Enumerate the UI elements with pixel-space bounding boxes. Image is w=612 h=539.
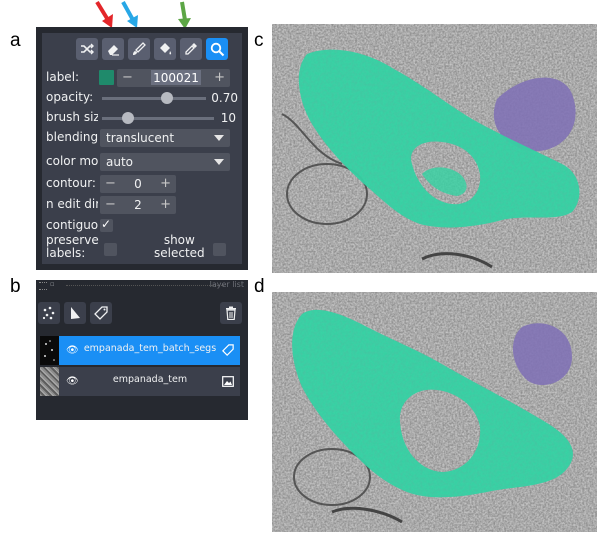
pan-zoom-button[interactable] bbox=[206, 38, 228, 60]
labels-tag-icon bbox=[94, 306, 108, 320]
color-mode-label: color mo bbox=[46, 154, 98, 168]
label-value[interactable]: 100021 bbox=[151, 71, 201, 85]
shuffle-colors-button[interactable] bbox=[76, 38, 98, 60]
layer-list-panel: ▫ layer list 👁 empanada_tem_batch_segs 👁… bbox=[36, 280, 248, 420]
chevron-down-icon bbox=[214, 135, 224, 141]
contour-value[interactable]: 0 bbox=[128, 177, 148, 191]
fill-bucket-icon bbox=[160, 43, 172, 55]
eraser-icon bbox=[108, 45, 119, 56]
contour-increment-button[interactable]: + bbox=[160, 176, 171, 191]
opacity-slider[interactable] bbox=[102, 97, 206, 100]
label-decrement-button[interactable]: − bbox=[122, 70, 133, 85]
eraser-button[interactable] bbox=[102, 38, 124, 60]
brush-size-slider-handle[interactable] bbox=[122, 112, 134, 124]
shapes-icon bbox=[71, 307, 80, 319]
new-shapes-layer-button[interactable] bbox=[64, 302, 86, 324]
contour-decrement-button[interactable]: − bbox=[105, 176, 116, 191]
contour-label: contour: bbox=[46, 176, 96, 190]
layer-list-title: layer list bbox=[209, 280, 244, 289]
opacity-slider-handle[interactable] bbox=[161, 92, 173, 104]
blending-label: blending bbox=[46, 130, 98, 144]
image-layer-type-icon bbox=[222, 376, 234, 387]
eye-icon[interactable]: 👁 bbox=[66, 376, 79, 387]
brush-size-slider[interactable] bbox=[102, 117, 214, 120]
labels-thumbnail bbox=[44, 340, 55, 361]
label-increment-button[interactable]: + bbox=[214, 70, 225, 85]
preserve-labels-line2: labels: bbox=[46, 246, 86, 260]
blending-dropdown[interactable]: translucent bbox=[100, 129, 230, 147]
em-image-c bbox=[272, 24, 597, 273]
title-bar-divider bbox=[66, 285, 224, 286]
layer-row-image[interactable]: 👁 empanada_tem bbox=[40, 367, 240, 396]
color-mode-row: color mo auto bbox=[46, 153, 238, 171]
blue-arrow-icon bbox=[121, 1, 138, 28]
n-edit-dim-increment-button[interactable]: + bbox=[160, 197, 171, 212]
labels-controls: label: − 100021 + opacity: 0.70 brush si… bbox=[42, 33, 242, 264]
n-edit-dim-decrement-button[interactable]: − bbox=[105, 197, 116, 212]
trash-icon bbox=[226, 306, 236, 320]
chevron-down-icon bbox=[214, 159, 224, 165]
fill-bucket-button[interactable] bbox=[154, 38, 176, 60]
brush-size-row: brush siz 10 bbox=[46, 109, 238, 127]
n-edit-dim-spinbox[interactable]: − 2 + bbox=[100, 196, 176, 214]
preserve-labels-row: preserve labels: show selected bbox=[46, 234, 238, 264]
points-icon bbox=[42, 306, 55, 320]
float-icon[interactable]: ▫ bbox=[50, 280, 55, 288]
label-spinbox[interactable]: − 100021 + bbox=[117, 69, 230, 87]
eyedropper-icon bbox=[185, 43, 197, 55]
labels-layer-type-icon bbox=[222, 344, 234, 356]
label-color-swatch[interactable] bbox=[99, 70, 114, 85]
contiguous-checkbox[interactable]: ✓ bbox=[100, 217, 113, 232]
color-mode-dropdown[interactable]: auto bbox=[100, 153, 230, 171]
drag-handle-icon[interactable] bbox=[39, 282, 47, 290]
brush-icon bbox=[133, 42, 146, 55]
eye-icon[interactable]: 👁 bbox=[66, 345, 79, 356]
opacity-value: 0.70 bbox=[211, 91, 238, 105]
label-row: label: − 100021 + bbox=[46, 69, 238, 87]
new-points-layer-button[interactable] bbox=[38, 302, 60, 324]
opacity-label: opacity: bbox=[46, 90, 94, 104]
layer-thumbnail bbox=[40, 367, 59, 396]
label-label: label: bbox=[46, 70, 80, 84]
segmentation-view-d bbox=[272, 292, 597, 532]
shuffle-icon bbox=[81, 43, 94, 55]
blending-value: translucent bbox=[106, 131, 175, 145]
layer-thumbnail bbox=[40, 336, 59, 365]
new-labels-layer-button[interactable] bbox=[90, 302, 112, 324]
show-selected-line2: selected bbox=[154, 246, 205, 260]
figure-label-b: b bbox=[10, 276, 21, 297]
em-image-d bbox=[272, 292, 597, 532]
magnifier-icon bbox=[210, 42, 224, 56]
layer-controls-panel: label: − 100021 + opacity: 0.70 brush si… bbox=[36, 27, 248, 270]
opacity-row: opacity: 0.70 bbox=[46, 89, 238, 107]
show-selected-checkbox[interactable] bbox=[213, 243, 226, 256]
figure-label-a: a bbox=[10, 30, 21, 51]
color-picker-button[interactable] bbox=[180, 38, 202, 60]
figure-label-c: c bbox=[254, 30, 264, 51]
segmentation-view-c bbox=[272, 24, 597, 273]
red-arrow-icon bbox=[95, 0, 113, 28]
layer-row-labels[interactable]: 👁 empanada_tem_batch_segs bbox=[40, 336, 240, 365]
contour-row: contour: − 0 + bbox=[46, 175, 238, 193]
green-arrow-icon bbox=[178, 1, 191, 29]
blending-row: blending translucent bbox=[46, 129, 238, 147]
contiguous-label: contiguo bbox=[46, 218, 98, 232]
layer-name[interactable]: empanada_tem bbox=[80, 374, 220, 385]
preserve-labels-checkbox[interactable] bbox=[104, 243, 117, 256]
checkmark-icon: ✓ bbox=[101, 217, 112, 231]
n-edit-dim-row: n edit dir − 2 + bbox=[46, 196, 238, 214]
show-selected-label: show selected bbox=[154, 234, 205, 260]
brush-size-value: 10 bbox=[220, 111, 236, 125]
layer-name[interactable]: empanada_tem_batch_segs bbox=[80, 343, 220, 354]
contour-spinbox[interactable]: − 0 + bbox=[100, 175, 176, 193]
preserve-labels-label: preserve labels: bbox=[46, 234, 99, 260]
figure-label-d: d bbox=[254, 276, 265, 297]
brush-size-label: brush siz bbox=[46, 110, 98, 124]
n-edit-dim-value[interactable]: 2 bbox=[128, 198, 148, 212]
delete-layer-button[interactable] bbox=[220, 302, 242, 324]
paint-brush-button[interactable] bbox=[128, 38, 150, 60]
color-mode-value: auto bbox=[106, 155, 134, 169]
n-edit-dim-label: n edit dir bbox=[46, 197, 98, 211]
